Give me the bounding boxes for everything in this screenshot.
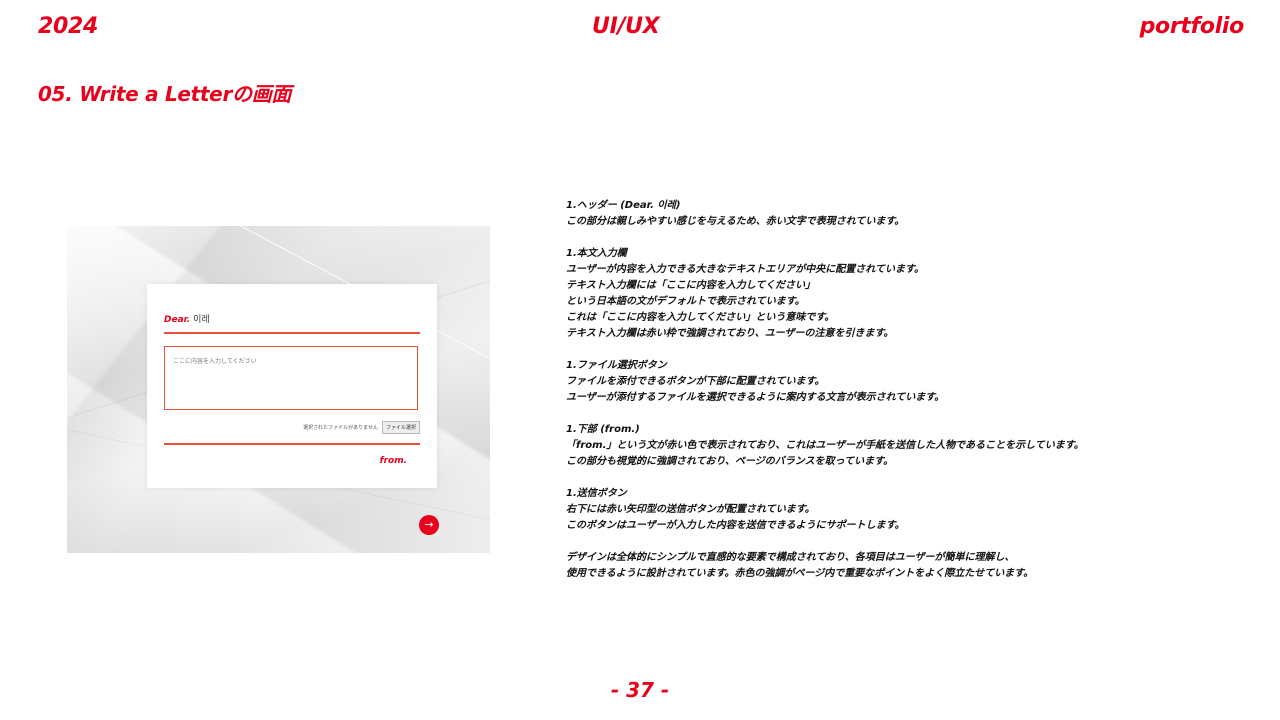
header-portfolio: portfolio [1139,14,1245,39]
no-file-text: 選択されたファイルがありません [303,425,378,431]
dear-label: Dear. [164,315,191,325]
description-line: この部分は親しみやすい感じを与えるため、赤い文字で表現されています。 [566,216,905,227]
letter-textarea[interactable]: ここに内容を入力してください [164,346,418,410]
description-block: デザインは全体的にシンプルで直感的な要素で構成されており、各項目はユーザーが簡単… [566,550,1256,582]
description-block: 1.ヘッダー (Dear. 이레) この部分は親しみやすい感じを与えるため、赤い文… [566,198,1256,230]
description-line: テキスト入力欄は赤い枠で強調されており、ユーザーの注意を引きます。 [566,328,894,339]
description-heading: 1.本文入力欄 [566,248,627,259]
description-block: 1.ファイル選択ボタンファイルを添付できるボタンが下部に配置されています。ユーザ… [566,358,1256,406]
description-block: 1.送信ボタン右下には赤い矢印型の送信ボタンが配置されています。このボタンはユー… [566,486,1256,534]
description-line: これは「ここに内容を入力してください」という意味です。 [566,312,835,323]
description-line: このボタンはユーザーが入力した内容を送信できるようにサポートします。 [566,520,905,531]
file-select-button[interactable]: ファイル選択 [381,421,420,434]
description-line: 右下には赤い矢印型の送信ボタンが配置されています。 [566,504,815,515]
recipient-name: 이레 [193,315,210,325]
description-line: テキスト入力欄には「ここに内容を入力してください」 [566,280,816,291]
file-select-row: 選択されたファイルがありません ファイル選択 [303,421,420,434]
description-block: 1.本文入力欄ユーザーが内容を入力できる大きなテキストエリアが中央に配置されてい… [566,246,1256,342]
description-line: ユーザーが添付するファイルを選択できるように案内する文言が表示されています。 [566,392,945,403]
page-number: - 37 - [610,678,670,702]
send-button[interactable]: → [419,515,439,535]
description-heading: 1.送信ボタン [566,488,627,499]
from-label: from. [379,456,407,466]
letter-header: Dear. 이레 [164,312,210,325]
description-heading: 1.下部 (from.) [566,424,640,435]
description-line: ユーザーが内容を入力できる大きなテキストエリアが中央に配置されています。 [566,264,924,275]
description-line: という日本語の文がデフォルトで表示されています。 [566,296,805,307]
description-line: ファイルを添付できるボタンが下部に配置されています。 [566,376,825,387]
header-category: UI/UX [592,14,660,39]
section-title: 05. Write a Letterの画面 [38,82,292,106]
description-heading: 1.ヘッダー (Dear. 이레) [566,200,681,211]
description-block: 1.下部 (from.) 「from.」という文が赤い色で表示されており、これはユ… [566,422,1256,470]
letter-screen-screenshot: Dear. 이레 ここに内容を入力してください 選択されたファイルがありません … [67,226,490,553]
description: 1.ヘッダー (Dear. 이레) この部分は親しみやすい感じを与えるため、赤い文… [566,198,1256,598]
header-year: 2024 [38,14,99,39]
footer-divider [164,443,420,445]
description-heading: 1.ファイル選択ボタン [566,360,667,371]
header-divider [164,332,420,334]
arrow-right-icon: → [424,518,434,531]
description-line: 使用できるように設計されています。赤色の強調がページ内で重要なポイントをよく際立… [566,568,1034,579]
description-line: 「from.」という文が赤い色で表示されており、これはユーザーが手紙を送信した人… [566,440,1084,451]
letter-card: Dear. 이레 ここに内容を入力してください 選択されたファイルがありません … [147,284,437,488]
description-heading: デザインは全体的にシンプルで直感的な要素で構成されており、各項目はユーザーが簡単… [566,552,1015,563]
description-line: この部分も視覚的に強調されており、ページのバランスを取っています。 [566,456,894,467]
